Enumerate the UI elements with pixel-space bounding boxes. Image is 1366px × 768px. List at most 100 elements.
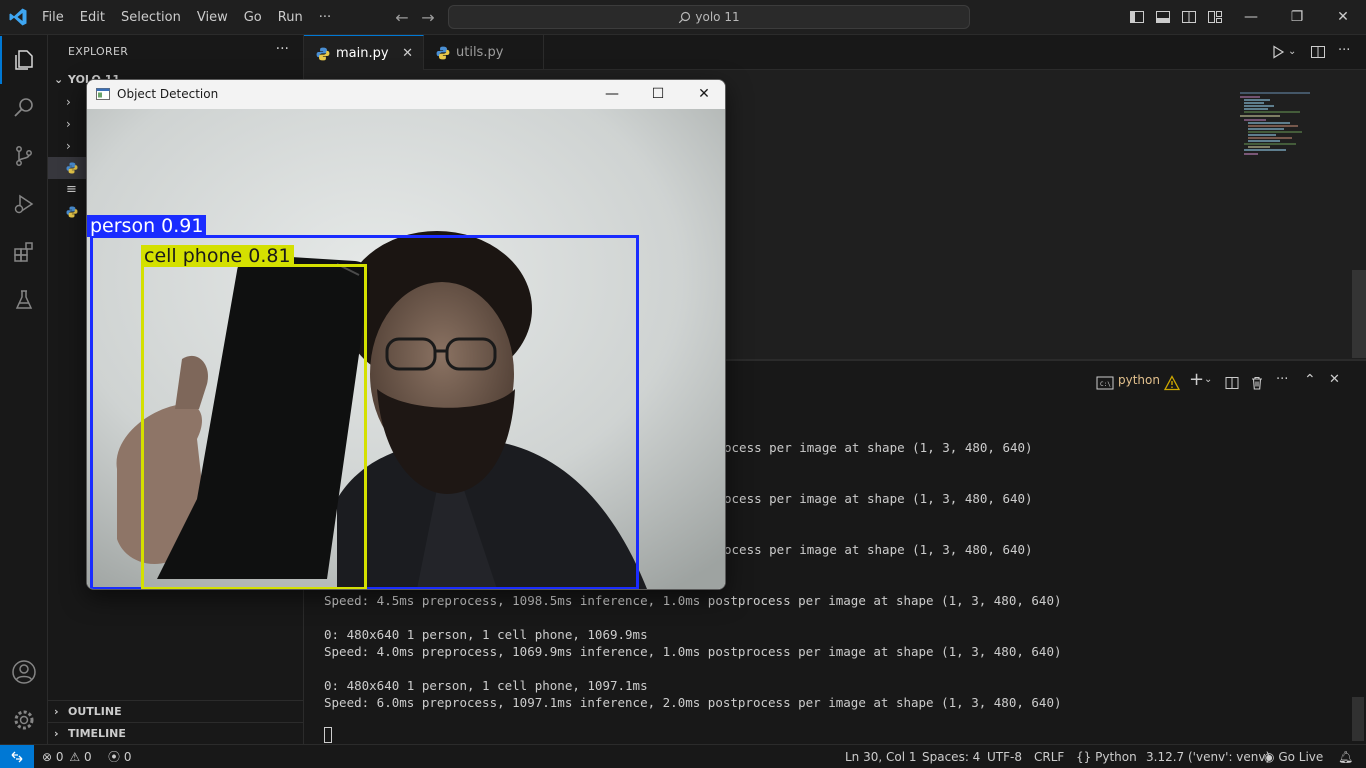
menu-go[interactable]: Go: [236, 0, 270, 35]
activity-bar: [0, 35, 48, 744]
run-debug-icon[interactable]: [0, 180, 48, 228]
notifications-bell-icon[interactable]: 🔔︎: [1338, 745, 1353, 768]
terminal-dropdown-chevron-icon[interactable]: ⌄: [1204, 369, 1212, 391]
terminal-profile-label[interactable]: python: [1118, 369, 1160, 391]
go-live-icon: ◉: [1264, 750, 1275, 764]
close-icon[interactable]: ✕: [402, 36, 413, 71]
chevron-right-icon: ›: [54, 705, 59, 718]
kill-terminal-trash-icon[interactable]: [1249, 372, 1265, 394]
split-editor-icon[interactable]: [1310, 44, 1326, 60]
testing-icon[interactable]: [0, 276, 48, 324]
cursor-position[interactable]: Ln 30, Col 1: [845, 745, 917, 768]
ports-indicator[interactable]: ⦿ 0: [108, 745, 131, 768]
status-bar: ⊗ 0 ⚠ 0 ⦿ 0 Ln 30, Col 1 Spaces: 4 UTF-8…: [0, 744, 1366, 768]
run-python-file-icon[interactable]: [1270, 44, 1286, 60]
terminal-line: 0: 480x640 1 person, 1 cell phone, 1097.…: [324, 678, 648, 693]
search-icon: [679, 11, 691, 24]
minimap[interactable]: [1240, 92, 1350, 162]
warning-icon[interactable]: [1164, 372, 1180, 394]
object-detection-window: Object Detection — ☐ ✕ person 0.91 cell …: [86, 79, 726, 590]
file-encoding[interactable]: UTF-8: [987, 745, 1022, 768]
terminal-line: Speed: 6.0ms preprocess, 1097.1ms infere…: [324, 695, 1062, 710]
chevron-right-icon: ›: [66, 117, 71, 131]
close-panel-icon[interactable]: ✕: [1329, 369, 1340, 391]
broadcast-icon: ⦿: [108, 750, 121, 764]
editor-scrollbar[interactable]: [1352, 270, 1366, 358]
menu-view[interactable]: View: [189, 0, 236, 35]
detection-close-button[interactable]: ✕: [681, 80, 725, 109]
error-icon: ⊗: [42, 750, 53, 764]
toggle-panel-icon[interactable]: [1155, 9, 1171, 25]
terminal-line: ocess per image at shape (1, 3, 480, 640…: [724, 440, 1033, 455]
menu-edit[interactable]: Edit: [72, 0, 113, 35]
indentation[interactable]: Spaces: 4: [922, 745, 980, 768]
extensions-icon[interactable]: [0, 228, 48, 276]
python-file-icon: [436, 46, 450, 60]
panel-toolbar: C:\ python + ⌄ ··· ⌃ ✕: [1096, 369, 1366, 391]
split-terminal-icon[interactable]: [1224, 372, 1240, 394]
explorer-title: EXPLORER: [68, 45, 129, 58]
menu-more[interactable]: ···: [311, 0, 339, 35]
webcam-frame: person 0.91 cell phone 0.81: [87, 109, 725, 589]
source-control-icon[interactable]: [0, 132, 48, 180]
window-close-button[interactable]: ✕: [1320, 0, 1366, 35]
tab-main-py[interactable]: main.py ✕: [304, 35, 424, 70]
end-of-line[interactable]: CRLF: [1034, 745, 1064, 768]
python-file-icon: [66, 206, 78, 218]
detection-maximize-button[interactable]: ☐: [635, 80, 681, 109]
maximize-panel-chevron-up-icon[interactable]: ⌃: [1304, 369, 1316, 391]
explorer-more-actions[interactable]: ···: [276, 41, 289, 57]
menu-bar: File Edit Selection View Go Run ···: [34, 0, 339, 35]
forward-arrow-icon[interactable]: →: [418, 8, 438, 28]
tab-label: main.py: [336, 46, 389, 61]
customize-layout-icon[interactable]: [1207, 9, 1223, 25]
back-arrow-icon[interactable]: ←: [392, 8, 412, 28]
text-file-icon: ≡: [66, 182, 77, 197]
run-dropdown-chevron-icon[interactable]: ⌄: [1288, 44, 1304, 60]
detection-window-titlebar[interactable]: Object Detection — ☐ ✕: [87, 80, 725, 109]
outline-label: OUTLINE: [68, 705, 122, 718]
command-center-search[interactable]: yolo 11: [448, 5, 970, 29]
toggle-secondary-sidebar-icon[interactable]: [1181, 9, 1197, 25]
editor-more-actions-icon[interactable]: ···: [1338, 44, 1354, 60]
language-mode[interactable]: {} Python: [1076, 745, 1137, 768]
manage-gear-icon[interactable]: [0, 696, 48, 744]
python-file-icon: [66, 162, 78, 174]
toggle-primary-sidebar-icon[interactable]: [1129, 9, 1145, 25]
accounts-icon[interactable]: [0, 648, 48, 696]
new-terminal-plus-icon[interactable]: +: [1189, 369, 1204, 391]
cell-phone-detection-label: cell phone 0.81: [141, 245, 294, 267]
ports-count: 0: [123, 750, 132, 764]
explorer-icon[interactable]: [0, 36, 48, 84]
window-minimize-button[interactable]: —: [1228, 0, 1274, 35]
detection-window-title: Object Detection: [117, 87, 219, 101]
python-file-icon: [316, 47, 330, 61]
warning-count: 0: [83, 750, 92, 764]
language-label: Python: [1095, 750, 1137, 764]
outline-section[interactable]: › OUTLINE: [48, 700, 304, 722]
go-live-label: Go Live: [1278, 750, 1324, 764]
vscode-logo-icon: [9, 8, 27, 26]
search-icon[interactable]: [0, 84, 48, 132]
python-interpreter[interactable]: 3.12.7 ('venv': venv): [1146, 745, 1270, 768]
tab-label: utils.py: [456, 45, 504, 60]
terminal-cursor: [324, 727, 332, 743]
timeline-section[interactable]: › TIMELINE: [48, 722, 304, 744]
remote-window-icon[interactable]: [0, 745, 34, 768]
editor-tab-bar: main.py ✕ utils.py ⌄ ···: [304, 35, 1366, 70]
panel-more-actions-icon[interactable]: ···: [1276, 369, 1288, 391]
error-count: 0: [55, 750, 64, 764]
person-detection-label: person 0.91: [87, 215, 207, 237]
terminal-scrollbar[interactable]: [1352, 697, 1364, 741]
tab-utils-py[interactable]: utils.py: [424, 35, 544, 70]
command-center-text: yolo 11: [695, 10, 740, 24]
menu-selection[interactable]: Selection: [113, 0, 189, 35]
terminal-line: ocess per image at shape (1, 3, 480, 640…: [724, 542, 1033, 557]
menu-run[interactable]: Run: [270, 0, 311, 35]
title-bar: File Edit Selection View Go Run ··· ← → …: [0, 0, 1366, 35]
menu-file[interactable]: File: [34, 0, 72, 35]
go-live-button[interactable]: ◉ Go Live: [1264, 745, 1323, 768]
window-restore-button[interactable]: ❐: [1274, 0, 1320, 35]
detection-minimize-button[interactable]: —: [589, 80, 635, 109]
problems-indicator[interactable]: ⊗ 0 ⚠ 0: [42, 745, 92, 768]
